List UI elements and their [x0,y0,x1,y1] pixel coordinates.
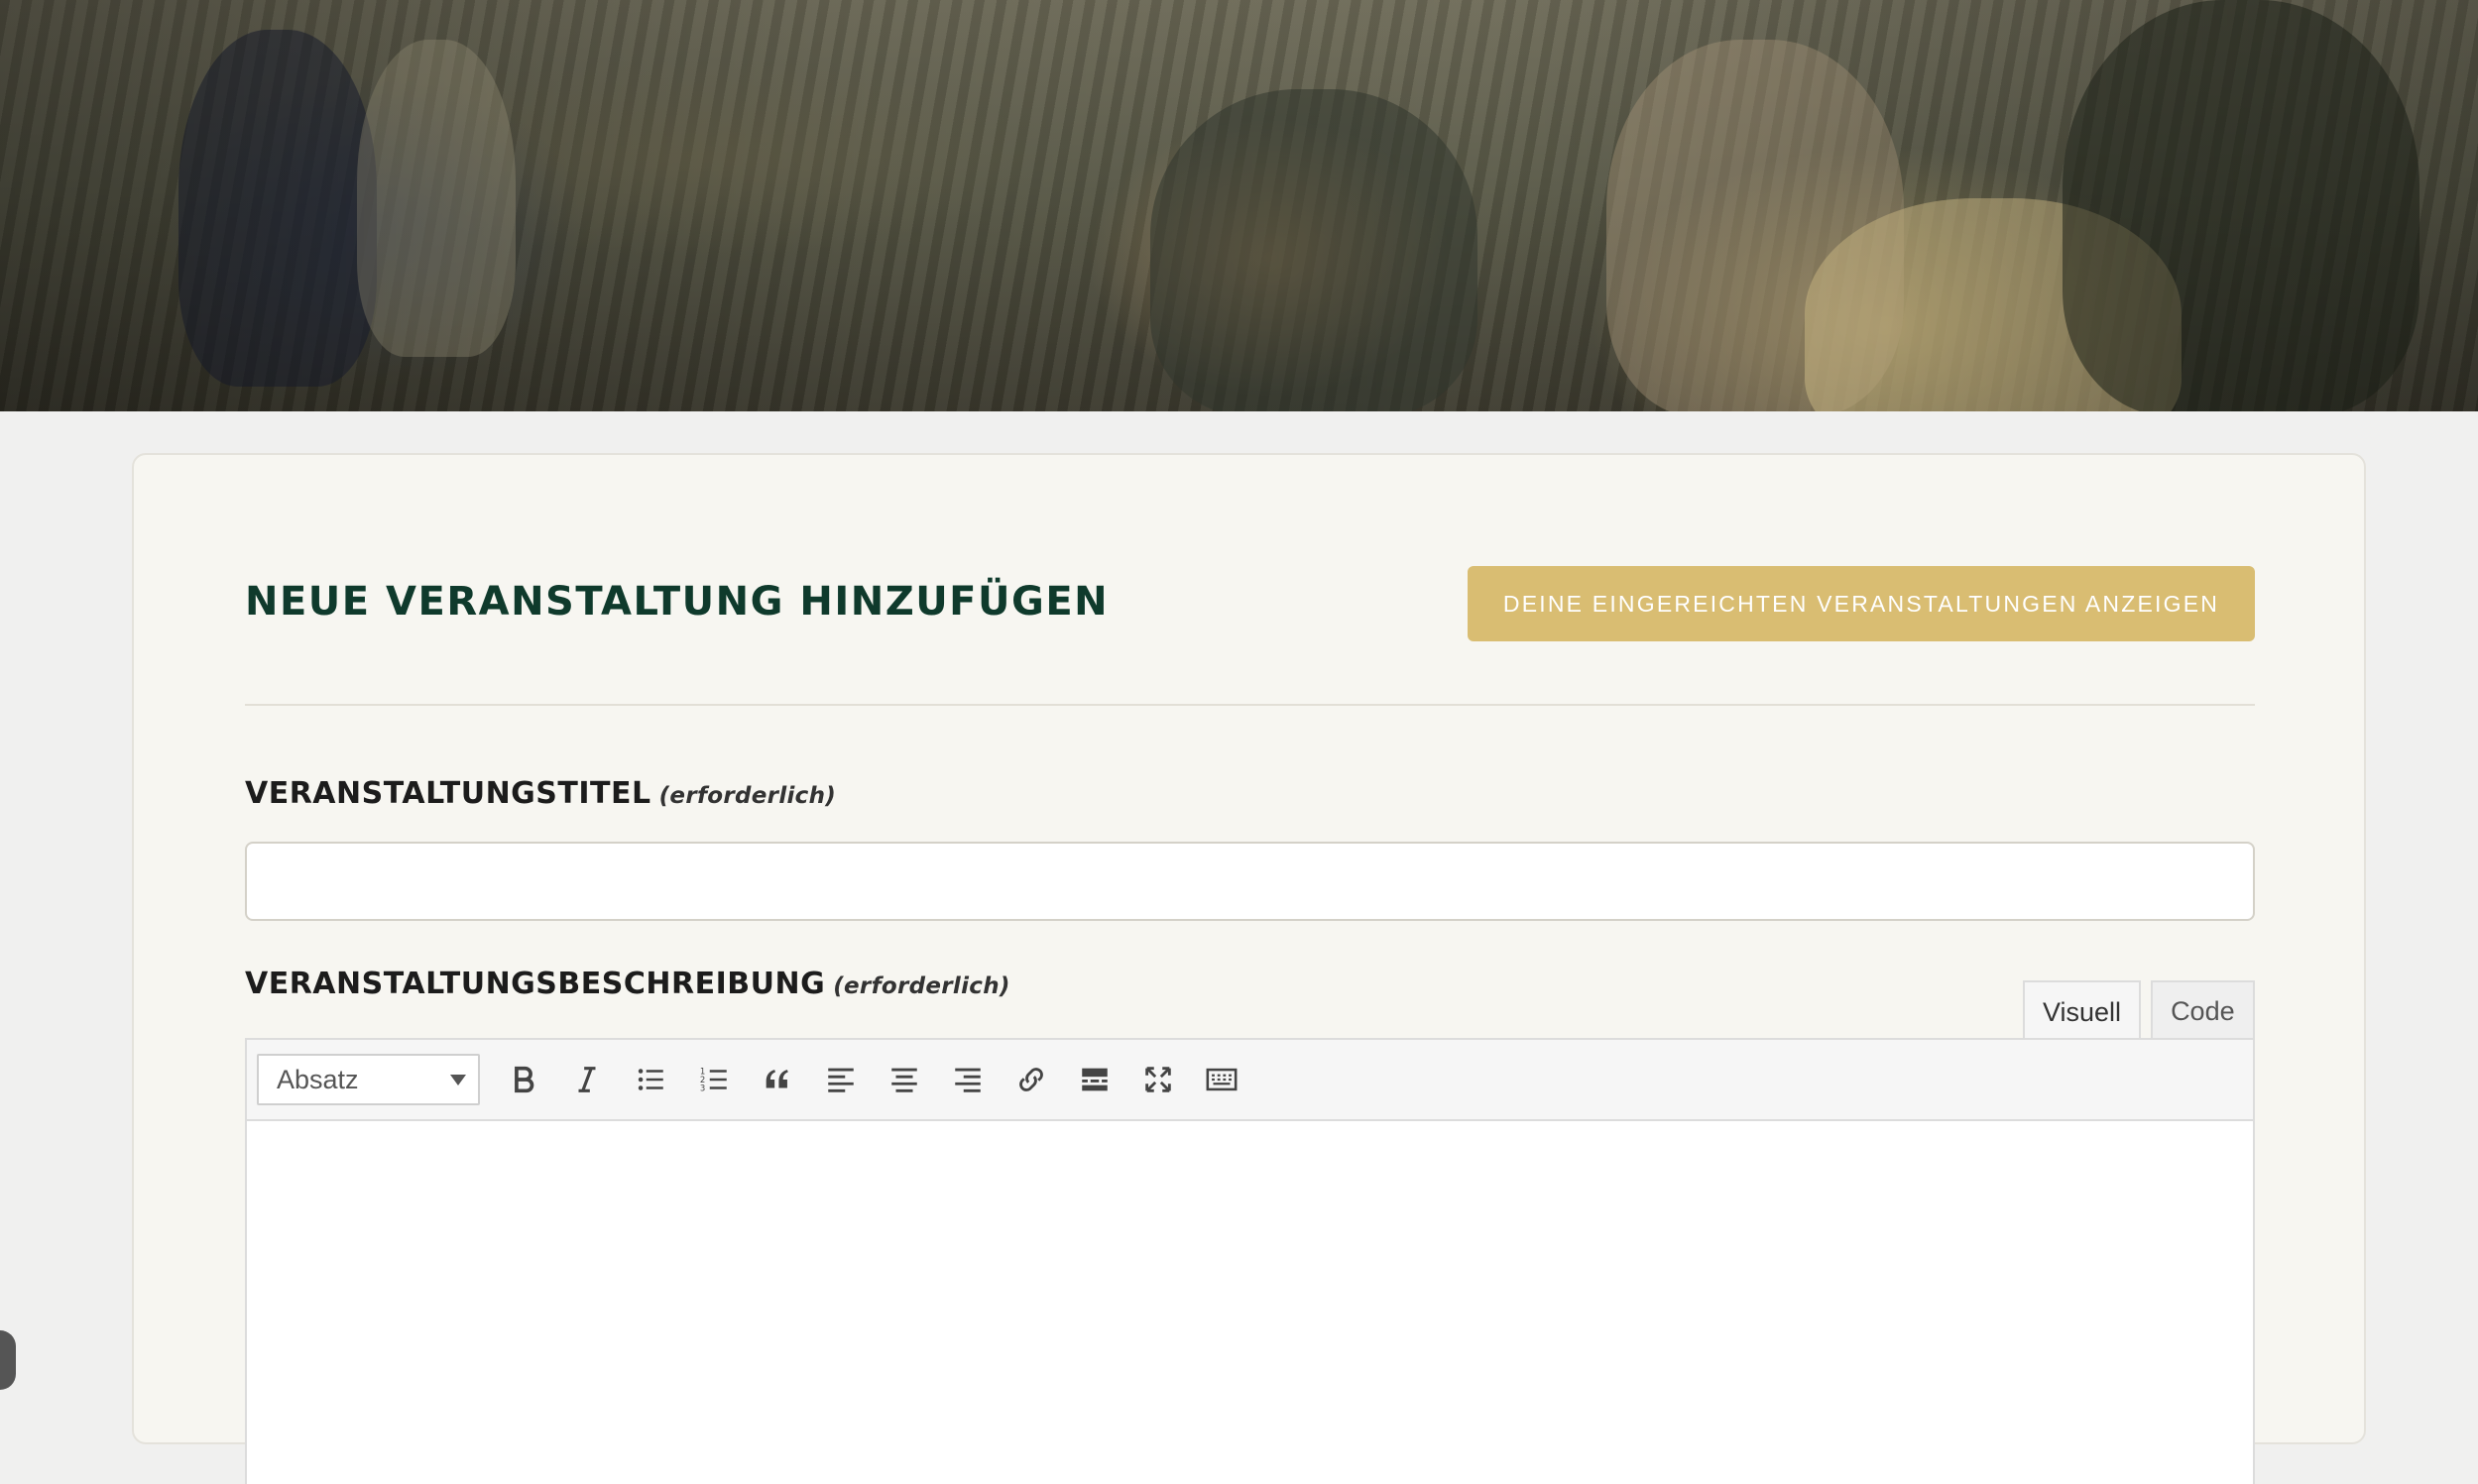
fullscreen-icon[interactable] [1132,1054,1184,1105]
bold-icon[interactable] [498,1054,549,1105]
event-form-card: NEUE VERANSTALTUNG HINZUFÜGEN DEINE EING… [132,453,2366,1484]
event-description-label: VERANSTALTUNGSBESCHREIBUNG (erforderlich) [245,967,1010,1001]
floating-widget[interactable] [0,1330,16,1390]
event-title-label-text: VERANSTALTUNGSTITEL [245,776,651,811]
align-right-icon[interactable] [942,1054,994,1105]
read-more-icon[interactable] [1069,1054,1121,1105]
required-marker: (erforderlich) [658,783,837,809]
event-description-label-text: VERANSTALTUNGSBESCHREIBUNG [245,967,826,1001]
italic-icon[interactable] [561,1054,613,1105]
blockquote-icon[interactable] [752,1054,803,1105]
link-icon[interactable] [1005,1054,1057,1105]
numbered-list-icon[interactable]: 123 [688,1054,740,1105]
event-title-label: VERANSTALTUNGSTITEL (erforderlich) [245,776,836,811]
tab-visual[interactable]: Visuell [2023,980,2142,1042]
page-title: NEUE VERANSTALTUNG HINZUFÜGEN [245,579,1110,625]
hero-shade [0,0,2478,411]
hero-image [0,0,2478,411]
svg-text:3: 3 [700,1084,705,1093]
align-left-icon[interactable] [815,1054,867,1105]
editor-toolbar: Absatz 123 [247,1040,2253,1121]
align-center-icon[interactable] [879,1054,930,1105]
divider [245,704,2255,706]
event-title-input[interactable] [245,842,2255,921]
format-select-value: Absatz [277,1064,359,1094]
toolbar-toggle-icon[interactable] [1196,1054,1247,1105]
rich-text-editor: Absatz 123 [245,1038,2255,1484]
tab-code[interactable]: Code [2151,980,2255,1040]
editor-content-area[interactable] [247,1121,2253,1484]
chevron-down-icon [450,1074,466,1085]
required-marker: (erforderlich) [833,973,1010,999]
bullet-list-icon[interactable] [625,1054,676,1105]
editor-tabs: Visuell Code [2023,980,2255,1042]
view-submitted-events-button[interactable]: DEINE EINGEREICHTEN VERANSTALTUNGEN ANZE… [1468,566,2255,641]
paragraph-format-select[interactable]: Absatz [257,1054,480,1105]
